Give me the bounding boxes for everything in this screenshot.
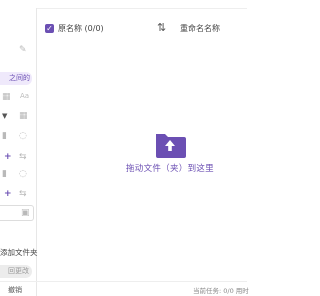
dropdown-arrow-icon[interactable]: ▼	[2, 109, 7, 123]
case-aa-label[interactable]: Aa	[20, 92, 29, 100]
between-chip[interactable]: 之间的	[0, 72, 32, 85]
undo-button[interactable]: 撤销	[8, 285, 22, 295]
add-icon[interactable]: +	[4, 187, 12, 201]
calendar-icon[interactable]: ▦	[2, 90, 11, 104]
status-bar: 撤销 当前任务: 0/0 用时	[0, 281, 249, 296]
add-icon[interactable]: +	[4, 150, 12, 164]
drop-zone[interactable]: 拖动文件（夹）到这里	[110, 130, 230, 174]
original-name-header: 原名称 (0/0)	[58, 24, 104, 33]
repeat-icon[interactable]: ⇆	[19, 150, 27, 164]
select-all-checkbox[interactable]: ✓	[45, 24, 54, 33]
refresh-icon[interactable]: ◌	[19, 129, 27, 143]
drop-zone-label: 拖动文件（夹）到这里	[125, 164, 214, 174]
refresh-icon[interactable]: ◌	[19, 167, 27, 181]
eraser-icon[interactable]: ✎	[19, 43, 27, 57]
file-icon[interactable]: ▮	[2, 167, 7, 181]
swap-sort-icon[interactable]: ⇅	[157, 21, 166, 34]
rule-input[interactable]: ▣	[0, 205, 34, 221]
calendar-icon[interactable]: ▦	[19, 109, 28, 123]
task-status: 当前任务: 0/0 用时	[193, 287, 249, 295]
rule-panel: ✎ 之间的 ▦ Aa ▼ ▦ ▮ ◌ + ⇆ ▮ ◌ + ⇆ ▣ 添加文件夹 回…	[0, 8, 38, 296]
file-icon[interactable]: ▮	[2, 129, 7, 143]
repeat-icon[interactable]: ⇆	[19, 187, 27, 201]
revert-button[interactable]: 回更改	[0, 265, 32, 278]
new-name-header: 重命名名称	[180, 24, 220, 33]
column-header: ✓ 原名称 (0/0) ⇅ 重命名名称	[37, 20, 247, 38]
add-folder-label[interactable]: 添加文件夹	[0, 247, 38, 258]
image-icon: ▣	[21, 208, 30, 218]
folder-upload-icon	[154, 130, 186, 158]
